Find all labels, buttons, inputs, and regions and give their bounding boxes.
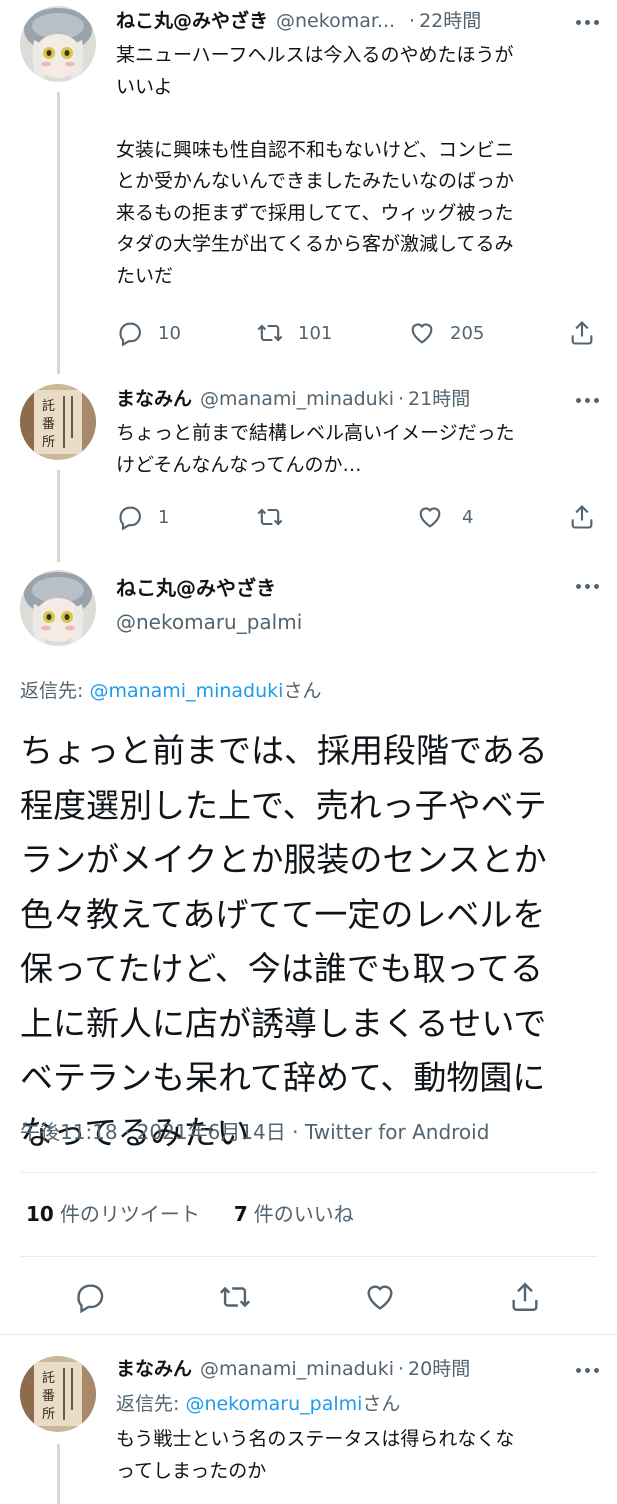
tweet-header: まなみん @manami_minaduki · 20時間 bbox=[116, 1354, 599, 1386]
focus-tweet-actions bbox=[0, 1276, 617, 1320]
reply-to: 返信先: @manami_minadukiさん bbox=[20, 676, 321, 703]
svg-text:所: 所 bbox=[42, 435, 55, 450]
tweet-meta[interactable]: 午後11:18 · 2021年6月14日 · Twitter for Andro… bbox=[20, 1116, 489, 1145]
focus-tweet-text: ちょっと前までは、採用段階である 程度選別した上で、売れっ子やベテ ランがメイク… bbox=[20, 731, 548, 1152]
more-icon[interactable] bbox=[576, 20, 599, 25]
retweet-button[interactable] bbox=[256, 503, 298, 531]
svg-text:番: 番 bbox=[42, 417, 55, 432]
like-stat-label: 件のいいね bbox=[253, 1202, 354, 1226]
reply-icon bbox=[119, 322, 141, 347]
reply-to: 返信先: @nekomaru_palmiさん bbox=[116, 1390, 599, 1418]
reply-to-prefix: 返信先: bbox=[116, 1393, 186, 1415]
reply-button[interactable]: 1 bbox=[116, 503, 169, 531]
reply-icon bbox=[119, 506, 141, 531]
retweet-button[interactable]: 101 bbox=[256, 319, 332, 347]
display-name[interactable]: ねこ丸@みやざき bbox=[116, 6, 268, 33]
heart-icon bbox=[411, 323, 433, 344]
share-button[interactable] bbox=[568, 319, 596, 347]
tweet-text: 某ニューハーフヘルスは今入るのやめたほうが いいよ 女装に興味も性自認不和もない… bbox=[116, 44, 515, 287]
share-icon bbox=[571, 321, 593, 345]
avatar[interactable] bbox=[20, 6, 96, 82]
like-stat-count: 7 bbox=[233, 1202, 248, 1226]
svg-text:所: 所 bbox=[42, 1407, 55, 1422]
reply-to-user-link[interactable]: @nekomaru_palmi bbox=[185, 1393, 362, 1415]
timestamp[interactable]: 21時間 bbox=[408, 384, 470, 411]
reply-button[interactable]: 10 bbox=[116, 319, 181, 347]
divider bbox=[0, 1334, 617, 1335]
retweet-icon bbox=[257, 324, 283, 342]
reply-to-suffix: さん bbox=[362, 1393, 401, 1415]
like-button[interactable]: 4 bbox=[416, 503, 473, 531]
like-stat[interactable]: 7 件のいいね bbox=[234, 1198, 354, 1227]
display-name[interactable]: まなみん bbox=[116, 384, 192, 411]
tweet[interactable]: まなみん @manami_minaduki · 21時間 ちょっと前まで結構レベ… bbox=[116, 384, 599, 481]
tweet-actions: 10 101 205 bbox=[116, 316, 599, 350]
like-button[interactable] bbox=[363, 1280, 397, 1314]
share-button[interactable] bbox=[508, 1280, 542, 1314]
tweet-text: もう戦士という名のステータスは得られなくな ってしまったのか bbox=[116, 1428, 515, 1482]
user-handle[interactable]: @nekomar... bbox=[276, 10, 395, 32]
tweet[interactable]: ねこ丸@みやざき @nekomar... · 22時間 某ニューハーフヘルスは今… bbox=[116, 6, 599, 292]
avatar[interactable]: 託 番 所 bbox=[20, 1356, 96, 1432]
tweet-text: ちょっと前まで結構レベル高いイメージだった けどそんなんなってんのか… bbox=[116, 422, 515, 476]
share-icon bbox=[512, 1282, 538, 1311]
retweet-stat-label: 件のリツイート bbox=[59, 1202, 200, 1226]
like-count: 4 bbox=[462, 506, 474, 528]
retweet-stat-count: 10 bbox=[26, 1202, 54, 1226]
tweet-actions: 1 4 bbox=[116, 500, 599, 534]
user-handle[interactable]: @manami_minaduki bbox=[200, 1358, 394, 1380]
share-icon bbox=[571, 505, 593, 529]
retweet-icon bbox=[257, 508, 283, 526]
svg-text:託: 託 bbox=[42, 398, 55, 414]
divider bbox=[20, 1256, 597, 1257]
like-button[interactable]: 205 bbox=[408, 319, 484, 347]
more-icon[interactable] bbox=[576, 1368, 599, 1373]
user-handle[interactable]: @manami_minaduki bbox=[200, 388, 394, 410]
reply-to-user-link[interactable]: @manami_minaduki bbox=[89, 680, 283, 702]
reply-icon bbox=[77, 1284, 104, 1314]
tweet-header: まなみん @manami_minaduki · 21時間 bbox=[116, 384, 599, 416]
timestamp[interactable]: 22時間 bbox=[419, 6, 481, 33]
focus-tweet-header: ねこ丸@みやざき @nekomaru_palmi bbox=[116, 570, 599, 638]
thread-line bbox=[57, 1444, 60, 1504]
divider bbox=[20, 1172, 597, 1173]
more-icon[interactable] bbox=[576, 584, 599, 589]
like-count: 205 bbox=[450, 322, 485, 344]
retweet-button[interactable] bbox=[218, 1280, 252, 1314]
avatar[interactable]: 託 番 所 bbox=[20, 384, 96, 460]
retweet-stat[interactable]: 10 件のリツイート bbox=[26, 1198, 200, 1227]
svg-text:番: 番 bbox=[42, 1389, 55, 1404]
display-name[interactable]: ねこ丸@みやざき bbox=[116, 570, 599, 606]
user-handle[interactable]: @nekomaru_palmi bbox=[116, 606, 599, 638]
timestamp[interactable]: 20時間 bbox=[408, 1354, 470, 1381]
heart-icon bbox=[367, 1285, 393, 1310]
thread-line bbox=[57, 470, 60, 562]
reply-count: 10 bbox=[158, 322, 181, 344]
tweet[interactable]: まなみん @manami_minaduki · 20時間 返信先: @nekom… bbox=[116, 1354, 599, 1487]
tweet-header: ねこ丸@みやざき @nekomar... · 22時間 bbox=[116, 6, 599, 38]
separator-dot: · bbox=[398, 1358, 405, 1380]
svg-text:託: 託 bbox=[42, 1370, 55, 1386]
share-button[interactable] bbox=[568, 503, 596, 531]
more-icon[interactable] bbox=[576, 398, 599, 403]
separator-dot: · bbox=[409, 10, 416, 32]
separator-dot: · bbox=[398, 388, 405, 410]
retweet-icon bbox=[219, 1286, 251, 1308]
thread-line bbox=[57, 92, 60, 374]
reply-to-suffix: さん bbox=[283, 680, 322, 702]
retweet-count: 101 bbox=[298, 322, 333, 344]
engagement-stats: 10 件のリツイート 7 件のいいね bbox=[26, 1198, 354, 1227]
reply-count: 1 bbox=[158, 506, 170, 528]
heart-icon bbox=[419, 507, 441, 528]
reply-button[interactable] bbox=[73, 1280, 107, 1314]
avatar[interactable] bbox=[20, 570, 96, 646]
display-name[interactable]: まなみん bbox=[116, 1354, 192, 1381]
reply-to-prefix: 返信先: bbox=[20, 680, 90, 702]
